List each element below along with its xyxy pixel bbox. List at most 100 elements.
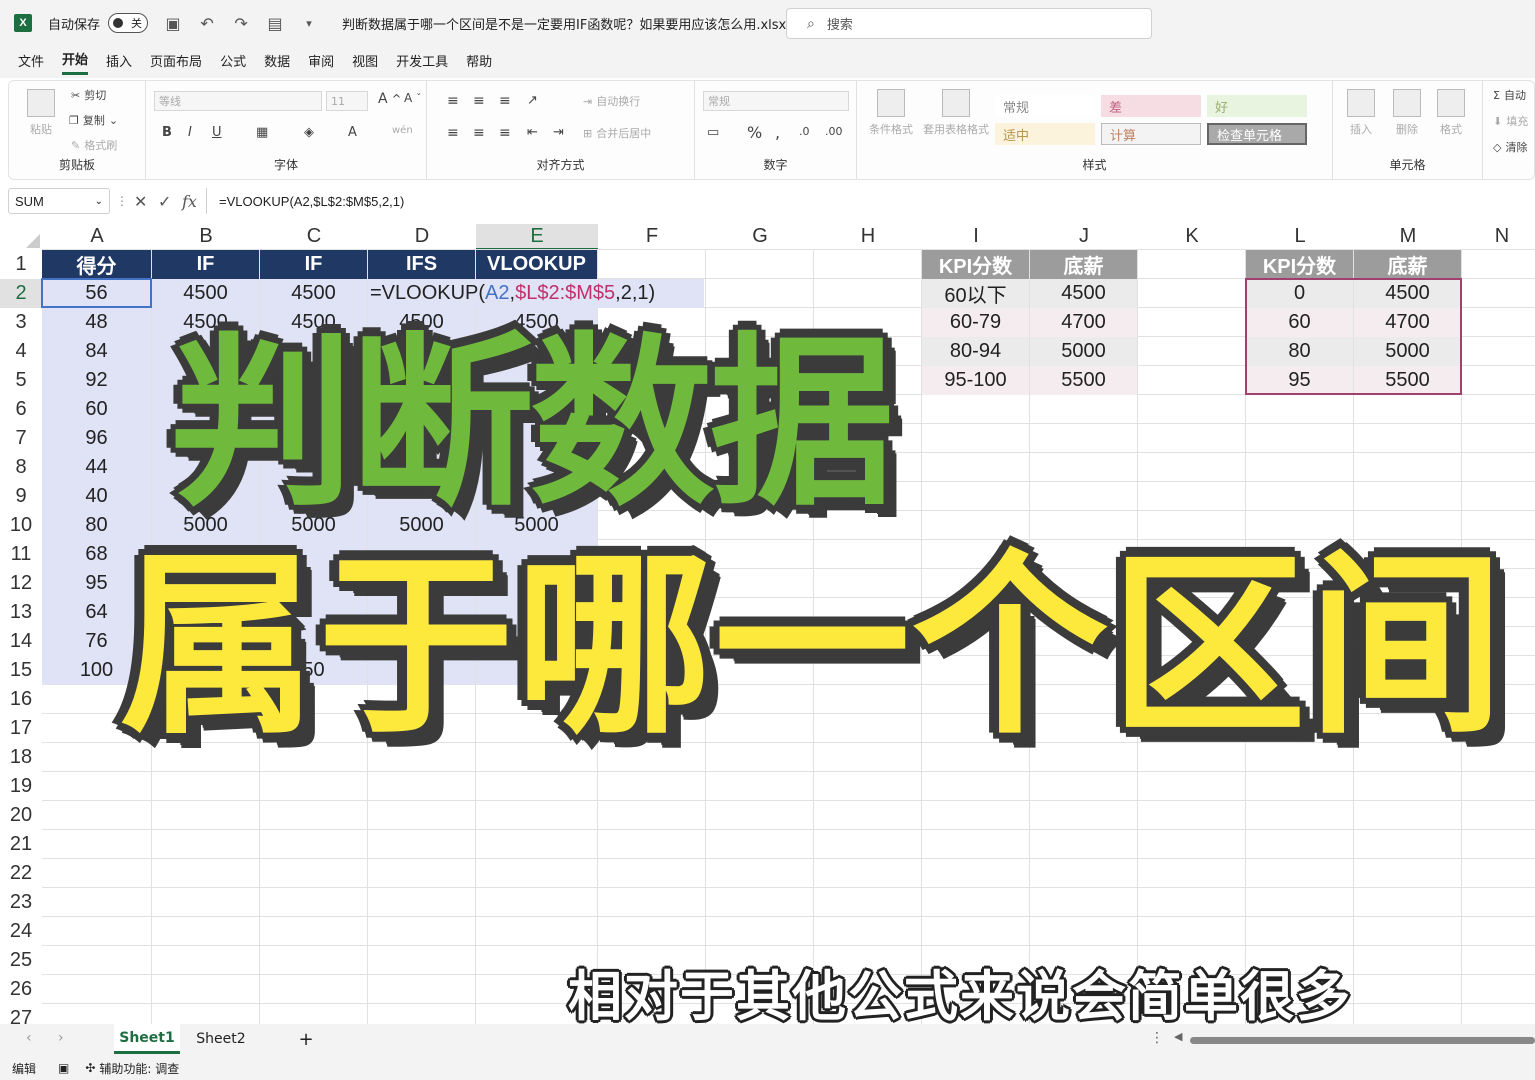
format-painter-button[interactable]: ✎ 格式刷 bbox=[71, 137, 117, 153]
formula-input[interactable]: =VLOOKUP(A2,$L$2:$M$5,2,1) bbox=[206, 188, 1535, 214]
align-bottom-icon[interactable]: ≡ bbox=[499, 93, 511, 109]
row-header-23[interactable]: 23 bbox=[0, 888, 42, 917]
kpi-cell[interactable]: 60以下 bbox=[922, 279, 1029, 308]
sheet-tab-sheet2[interactable]: Sheet2 bbox=[188, 1024, 254, 1054]
row-header-24[interactable]: 24 bbox=[0, 917, 42, 946]
align-right-icon[interactable]: ≡ bbox=[499, 125, 511, 141]
redo-icon[interactable]: ↷ bbox=[232, 14, 250, 33]
grow-font-icon[interactable]: A ^ bbox=[378, 91, 401, 107]
delete-cells-button[interactable]: 删除 bbox=[1393, 89, 1421, 137]
border-icon[interactable]: ▦ bbox=[256, 125, 268, 140]
score-cell[interactable]: 84 bbox=[42, 337, 151, 366]
menu-tab-1[interactable]: 开始 bbox=[62, 49, 89, 75]
search-box[interactable]: ⌕ 搜索 bbox=[786, 8, 1152, 39]
column-header-m[interactable]: M bbox=[1354, 224, 1462, 250]
insert-function-icon[interactable]: fx bbox=[182, 192, 197, 211]
fill-color-icon[interactable]: ◈ bbox=[304, 125, 314, 140]
kpi-cell[interactable]: 80-94 bbox=[922, 337, 1029, 366]
conditional-format-button[interactable]: 条件格式 bbox=[869, 89, 913, 137]
merge-center-button[interactable]: ⊞ 合并后居中 bbox=[583, 125, 651, 141]
column-header-f[interactable]: F bbox=[598, 224, 706, 250]
kpi-cell[interactable]: 60-79 bbox=[922, 308, 1029, 337]
increase-indent-icon[interactable]: ⇥ bbox=[553, 125, 564, 140]
column-header-j[interactable]: J bbox=[1030, 224, 1138, 250]
row-header-9[interactable]: 9 bbox=[0, 482, 42, 511]
font-size-select[interactable]: 11 bbox=[326, 91, 368, 111]
row-header-7[interactable]: 7 bbox=[0, 424, 42, 453]
menu-tab-2[interactable]: 插入 bbox=[106, 51, 132, 74]
menu-tab-6[interactable]: 审阅 bbox=[308, 51, 334, 74]
score-cell[interactable]: 92 bbox=[42, 366, 151, 395]
name-box[interactable]: SUM ⌄ bbox=[8, 188, 110, 214]
column-header-l[interactable]: L bbox=[1246, 224, 1354, 250]
row-header-25[interactable]: 25 bbox=[0, 946, 42, 975]
row-header-21[interactable]: 21 bbox=[0, 830, 42, 859]
cancel-icon[interactable]: ✕ bbox=[134, 192, 147, 211]
row-header-18[interactable]: 18 bbox=[0, 743, 42, 772]
row-header-16[interactable]: 16 bbox=[0, 685, 42, 714]
row-header-12[interactable]: 12 bbox=[0, 569, 42, 598]
editing-formula-cell[interactable]: =VLOOKUP(A2, $L$2:$M$5,2,1) bbox=[368, 279, 704, 308]
row-header-6[interactable]: 6 bbox=[0, 395, 42, 424]
autosum-button[interactable]: Σ 自动 bbox=[1493, 87, 1526, 103]
insert-cells-button[interactable]: 插入 bbox=[1347, 89, 1375, 137]
row-header-15[interactable]: 15 bbox=[0, 656, 42, 685]
column-header-g[interactable]: G bbox=[706, 224, 814, 250]
row-header-22[interactable]: 22 bbox=[0, 859, 42, 888]
score-cell[interactable]: 60 bbox=[42, 395, 151, 424]
table-format-button[interactable]: 套用表格格式 bbox=[923, 89, 989, 137]
align-top-icon[interactable]: ≡ bbox=[447, 93, 459, 109]
horizontal-scrollbar[interactable] bbox=[1190, 1037, 1535, 1044]
decrease-decimal-icon[interactable]: .00 bbox=[825, 125, 843, 138]
font-name-select[interactable]: 等线 bbox=[154, 91, 322, 111]
row-header-20[interactable]: 20 bbox=[0, 801, 42, 830]
kpi-lookup-header-cell[interactable]: 底薪 bbox=[1354, 250, 1461, 279]
menu-tab-9[interactable]: 帮助 bbox=[466, 51, 492, 74]
score-cell[interactable]: 96 bbox=[42, 424, 151, 453]
decrease-indent-icon[interactable]: ⇤ bbox=[527, 125, 538, 140]
column-header-k[interactable]: K bbox=[1138, 224, 1246, 250]
score-cell[interactable]: 40 bbox=[42, 482, 151, 511]
kpi-cell[interactable]: 5500 bbox=[1030, 366, 1137, 395]
paste-button[interactable]: 粘贴 bbox=[27, 89, 55, 137]
row-header-8[interactable]: 8 bbox=[0, 453, 42, 482]
menu-tab-0[interactable]: 文件 bbox=[18, 51, 44, 74]
column-header-i[interactable]: I bbox=[922, 224, 1030, 250]
table-header-cell[interactable]: IF bbox=[152, 250, 259, 279]
row-header-11[interactable]: 11 bbox=[0, 540, 42, 569]
format-cells-button[interactable]: 格式 bbox=[1437, 89, 1465, 137]
bold-icon[interactable]: B bbox=[162, 125, 172, 140]
kpi-cell[interactable]: 4500 bbox=[1030, 279, 1137, 308]
column-header-n[interactable]: N bbox=[1462, 224, 1535, 250]
undo-icon[interactable]: ↶ bbox=[198, 14, 216, 33]
phonetic-icon[interactable]: wén bbox=[392, 125, 413, 136]
row-header-13[interactable]: 13 bbox=[0, 598, 42, 627]
data-cell[interactable]: 4500 bbox=[152, 279, 259, 308]
style-normal[interactable]: 常规 bbox=[995, 95, 1095, 117]
autosave-toggle[interactable]: 关 bbox=[108, 13, 149, 33]
kpi-header-cell[interactable]: KPI分数 bbox=[922, 250, 1029, 279]
row-header-4[interactable]: 4 bbox=[0, 337, 42, 366]
kpi-header-cell[interactable]: 底薪 bbox=[1030, 250, 1137, 279]
row-header-5[interactable]: 5 bbox=[0, 366, 42, 395]
currency-icon[interactable]: ▭ bbox=[707, 125, 719, 140]
file-name[interactable]: 判断数据属于哪一个区间是不是一定要用IF函数呢？如果要用应该怎么用.xlsx ⌄ bbox=[342, 14, 801, 33]
row-header-1[interactable]: 1 bbox=[0, 250, 42, 279]
row-header-19[interactable]: 19 bbox=[0, 772, 42, 801]
menu-tab-5[interactable]: 数据 bbox=[264, 51, 290, 74]
table-header-cell[interactable]: 得分 bbox=[42, 250, 151, 279]
accessibility-status[interactable]: 辅助功能: 调查 bbox=[99, 1060, 179, 1077]
fill-button[interactable]: ⬇ 填充 bbox=[1493, 113, 1528, 129]
percent-icon[interactable]: % bbox=[747, 123, 762, 142]
orientation-icon[interactable]: ↗ bbox=[527, 93, 538, 108]
style-good[interactable]: 好 bbox=[1207, 95, 1307, 117]
comma-icon[interactable]: , bbox=[775, 123, 780, 142]
save-icon[interactable]: ▣ bbox=[164, 14, 182, 33]
italic-icon[interactable]: I bbox=[188, 125, 192, 140]
table-header-cell[interactable]: VLOOKUP bbox=[476, 250, 597, 279]
column-header-d[interactable]: D bbox=[368, 224, 476, 250]
menu-tab-3[interactable]: 页面布局 bbox=[150, 51, 202, 74]
form-icon[interactable]: ▤ bbox=[266, 14, 284, 33]
row-header-27[interactable]: 27 bbox=[0, 1004, 42, 1024]
row-header-26[interactable]: 26 bbox=[0, 975, 42, 1004]
